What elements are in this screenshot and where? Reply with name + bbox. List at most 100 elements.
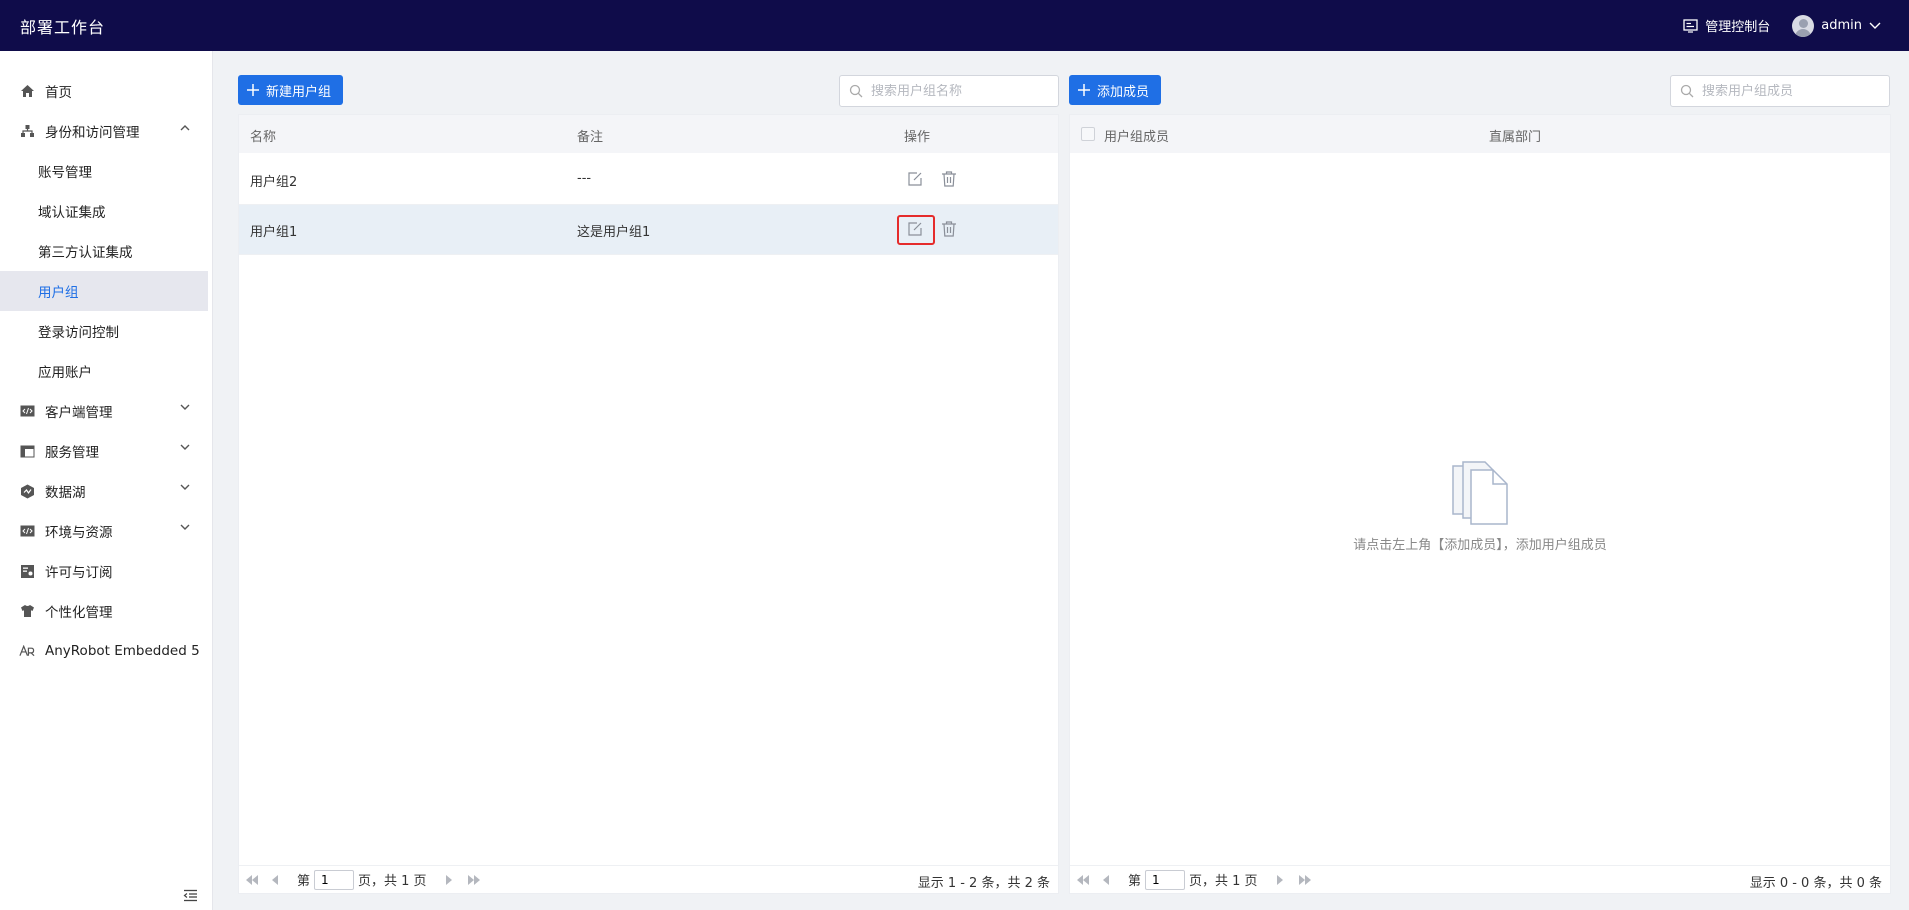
sidebar-item-label: 应用账户: [38, 365, 92, 381]
pagination-summary: 显示 1 - 2 条，共 2 条: [917, 876, 1050, 891]
sidebar-item-service-management[interactable]: 服务管理: [0, 431, 208, 471]
chevron-down-icon: [180, 444, 190, 450]
prev-page-icon[interactable]: [1102, 874, 1110, 886]
sidebar-item-home[interactable]: 首页: [0, 71, 208, 111]
sidebar-item-personalization[interactable]: 个性化管理: [0, 591, 208, 631]
sidebar-item-label: 个性化管理: [45, 605, 113, 621]
first-page-icon[interactable]: [1076, 874, 1090, 886]
new-user-group-label: 新建用户组: [266, 84, 332, 100]
next-page-icon[interactable]: [1276, 874, 1284, 886]
sidebar-item-label: 账号管理: [38, 165, 92, 181]
app-title: 部署工作台: [20, 17, 106, 37]
table-row[interactable]: 用户组2 ---: [239, 155, 1058, 205]
chevron-down-icon: [180, 524, 190, 530]
pagination-summary: 显示 0 - 0 条，共 0 条: [1749, 876, 1882, 891]
group-note: ---: [577, 171, 592, 186]
sidebar-item-domain-auth[interactable]: 域认证集成: [0, 191, 208, 231]
sidebar-item-label: 许可与订阅: [45, 565, 113, 581]
pagination: 第 页，共 1 页 显示 0 - 0 条，共 0 条: [1070, 865, 1890, 893]
table-row[interactable]: 用户组1 这是用户组1: [239, 205, 1058, 255]
collapse-sidebar-icon[interactable]: [183, 889, 198, 902]
layout-icon: [19, 443, 35, 459]
sidebar-item-label: 数据湖: [45, 485, 86, 501]
sidebar: 首页 身份和访问管理 账号管理 域认证集成 第三方认证集成 用户组 登录访问控制…: [0, 51, 213, 910]
page-suffix: 页，共 1 页: [358, 874, 427, 889]
sidebar-item-environment-resources[interactable]: 环境与资源: [0, 511, 208, 551]
page-number-input[interactable]: [314, 869, 355, 890]
search-icon: [1680, 84, 1694, 98]
first-page-icon[interactable]: [245, 874, 259, 886]
plus-icon: [1078, 84, 1090, 96]
sidebar-item-user-groups[interactable]: 用户组: [0, 271, 208, 311]
table-header: 名称 备注 操作: [239, 115, 1058, 153]
sidebar-item-data-lake[interactable]: 数据湖: [0, 471, 208, 511]
user-group-table: 名称 备注 操作 用户组2 --- 用户组1 这是用户组1 第 页，共 1 页 …: [238, 114, 1059, 894]
member-search-box[interactable]: [1670, 75, 1890, 107]
datalake-icon: [19, 483, 35, 499]
console-icon: [1683, 18, 1698, 33]
user-menu[interactable]: admin: [1792, 14, 1881, 37]
add-member-button[interactable]: 添加成员: [1069, 75, 1161, 105]
edit-icon[interactable]: [906, 220, 924, 238]
code-icon: [19, 403, 35, 419]
add-member-label: 添加成员: [1097, 84, 1150, 100]
pagination: 第 页，共 1 页 显示 1 - 2 条，共 2 条: [239, 865, 1058, 893]
management-console-link[interactable]: 管理控制台: [1683, 16, 1770, 35]
column-header-department: 直属部门: [1489, 130, 1542, 145]
column-header-member: 用户组成员: [1104, 130, 1170, 145]
sidebar-item-identity-access[interactable]: 身份和访问管理: [0, 111, 208, 151]
chevron-down-icon: [180, 404, 190, 410]
last-page-icon[interactable]: [467, 874, 481, 886]
user-name: admin: [1821, 18, 1862, 33]
sidebar-item-login-access-control[interactable]: 登录访问控制: [0, 311, 208, 351]
sidebar-item-accounts[interactable]: 账号管理: [0, 151, 208, 191]
avatar: [1792, 14, 1815, 37]
column-header-actions: 操作: [904, 130, 931, 145]
chevron-down-icon: [1869, 22, 1881, 29]
page-suffix: 页，共 1 页: [1189, 874, 1258, 889]
console-label: 管理控制台: [1705, 20, 1771, 35]
column-header-name: 名称: [250, 130, 277, 145]
sidebar-item-label: AnyRobot Embedded 5: [45, 643, 200, 659]
page-prefix: 第: [1128, 874, 1142, 889]
next-page-icon[interactable]: [445, 874, 453, 886]
sidebar-item-label: 环境与资源: [45, 525, 113, 541]
org-icon: [19, 123, 35, 139]
empty-state: 请点击左上角【添加成员】，添加用户组成员: [1070, 460, 1890, 553]
license-icon: [19, 563, 35, 579]
sidebar-item-license-subscription[interactable]: 许可与订阅: [0, 551, 208, 591]
sidebar-item-client-management[interactable]: 客户端管理: [0, 391, 208, 431]
user-group-search-input[interactable]: [871, 83, 1051, 99]
plus-icon: [247, 84, 259, 96]
empty-document-icon: [1452, 461, 1508, 525]
column-header-note: 备注: [577, 130, 604, 145]
table-header: 用户组成员 直属部门: [1070, 115, 1890, 153]
sidebar-item-label: 身份和访问管理: [45, 125, 140, 141]
select-all-checkbox[interactable]: [1081, 127, 1095, 141]
sidebar-item-label: 客户端管理: [45, 405, 113, 421]
sidebar-item-third-party-auth[interactable]: 第三方认证集成: [0, 231, 208, 271]
group-name: 用户组1: [250, 225, 298, 240]
code-icon: [19, 523, 35, 539]
member-search-input[interactable]: [1702, 83, 1882, 99]
prev-page-icon[interactable]: [271, 874, 279, 886]
chevron-up-icon: [180, 125, 190, 131]
sidebar-item-anyrobot[interactable]: AnyRobot Embedded 5: [0, 631, 208, 671]
empty-state-text: 请点击左上角【添加成员】，添加用户组成员: [1353, 538, 1607, 553]
sidebar-item-label: 第三方认证集成: [38, 245, 133, 261]
group-name: 用户组2: [250, 175, 298, 190]
chevron-down-icon: [180, 484, 190, 490]
sidebar-item-label: 登录访问控制: [38, 325, 119, 341]
page-number-input[interactable]: [1145, 869, 1186, 890]
edit-icon[interactable]: [906, 170, 924, 188]
top-bar: 部署工作台 管理控制台 admin: [0, 0, 1909, 51]
new-user-group-button[interactable]: 新建用户组: [238, 75, 343, 105]
page-prefix: 第: [297, 874, 311, 889]
delete-icon[interactable]: [940, 170, 958, 188]
sidebar-item-label: 服务管理: [45, 445, 99, 461]
group-note: 这是用户组1: [577, 225, 651, 240]
user-group-search-box[interactable]: [839, 75, 1059, 107]
sidebar-item-app-accounts[interactable]: 应用账户: [0, 351, 208, 391]
last-page-icon[interactable]: [1298, 874, 1312, 886]
delete-icon[interactable]: [940, 220, 958, 238]
